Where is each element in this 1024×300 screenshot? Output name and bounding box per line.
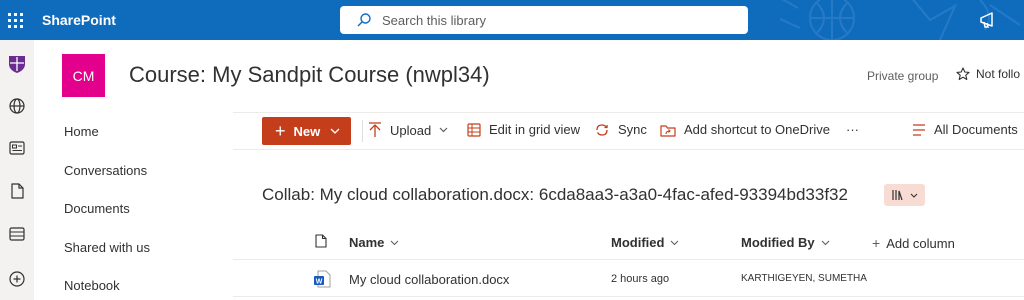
follow-label: Not follo [976,67,1021,81]
app-launcher-button[interactable] [0,0,30,40]
file-modified-by[interactable]: KARTHIGEYEN, SUMETHA [741,273,867,284]
column-header-modified-by[interactable]: Modified By [741,235,830,250]
edit-grid-view-label: Edit in grid view [489,122,581,137]
chevron-down-icon [671,240,679,245]
more-icon: ··· [846,122,859,137]
view-label: All Documents [934,122,1018,137]
news-icon [9,141,25,155]
chevron-down-icon [439,127,448,133]
appbar-lists[interactable] [0,222,34,246]
nav-item-documents[interactable]: Documents [64,201,130,216]
new-label: New [293,123,321,139]
upload-icon [369,122,381,137]
appbar-news[interactable] [0,136,34,160]
appbar-files[interactable] [0,179,34,203]
list-icon [9,227,25,241]
command-divider [362,120,363,142]
chevron-down-icon [910,193,917,198]
nav-item-conversations[interactable]: Conversations [64,163,147,178]
svg-text:W: W [316,279,323,286]
app-name[interactable]: SharePoint [42,12,116,28]
appbar-university[interactable] [0,52,34,76]
add-icon [9,271,25,287]
university-icon [9,56,25,73]
nav-item-shared-with-us[interactable]: Shared with us [64,240,150,255]
add-column-button[interactable]: + Add column [872,235,955,251]
sync-label: Sync [618,122,647,137]
plus-icon: + [275,121,286,141]
word-doc-icon: W [314,270,331,288]
app-bar [0,40,34,300]
column-name-label: Name [349,235,385,250]
library-title: Collab: My cloud collaboration.docx: 6cd… [262,185,848,204]
nav-item-home[interactable]: Home [64,124,99,139]
file-modified: 2 hours ago [611,273,670,285]
sync-icon [596,123,608,136]
add-shortcut-label: Add shortcut to OneDrive [684,122,830,137]
megaphone-icon[interactable] [978,10,1000,30]
file-icon [11,183,24,199]
chevron-down-icon [821,240,830,245]
chevron-down-icon [330,128,340,134]
suite-bar: SharePoint [0,0,1024,40]
plus-icon: + [872,235,881,251]
library-view-button[interactable] [884,184,925,206]
shortcut-icon [660,124,676,137]
nav-item-notebook[interactable]: Notebook [64,278,120,293]
file-name-link[interactable]: My cloud collaboration.docx [349,272,509,287]
follow-button[interactable]: Not follo [956,67,1020,81]
column-header-modified[interactable]: Modified [611,235,679,250]
column-modified-label: Modified [611,235,665,250]
search-icon [357,13,371,27]
search-input[interactable] [382,12,722,28]
star-icon [956,67,970,81]
site-title[interactable]: Course: My Sandpit Course (nwpl34) [129,62,490,88]
add-column-label: Add column [886,235,955,251]
add-shortcut-button[interactable]: Add shortcut to OneDrive [660,122,830,137]
column-modified-by-label: Modified By [741,235,815,250]
chevron-down-icon [391,240,399,245]
left-navigation: Home Conversations Documents Shared with… [34,112,232,300]
upload-button[interactable]: Upload [368,122,448,138]
upload-label: Upload [390,122,432,138]
search-box[interactable] [340,6,748,34]
column-header-name[interactable]: Name [349,235,399,250]
new-button[interactable]: + New [262,117,351,145]
privacy-label: Private group [867,69,939,83]
view-lines-icon [913,123,925,136]
site-logo[interactable]: CM [62,54,105,97]
edit-grid-view-button[interactable]: Edit in grid view [467,122,580,137]
more-actions-button[interactable]: ··· [846,122,859,137]
appbar-sites[interactable] [0,94,34,118]
file-type-icon[interactable] [315,234,327,248]
sync-button[interactable]: Sync [594,122,647,137]
waffle-icon [7,12,23,28]
appbar-create[interactable] [0,267,34,291]
globe-icon [9,98,25,114]
library-icon [891,190,903,201]
view-selector[interactable]: All Documents [912,122,1024,137]
grid-icon [467,122,481,137]
